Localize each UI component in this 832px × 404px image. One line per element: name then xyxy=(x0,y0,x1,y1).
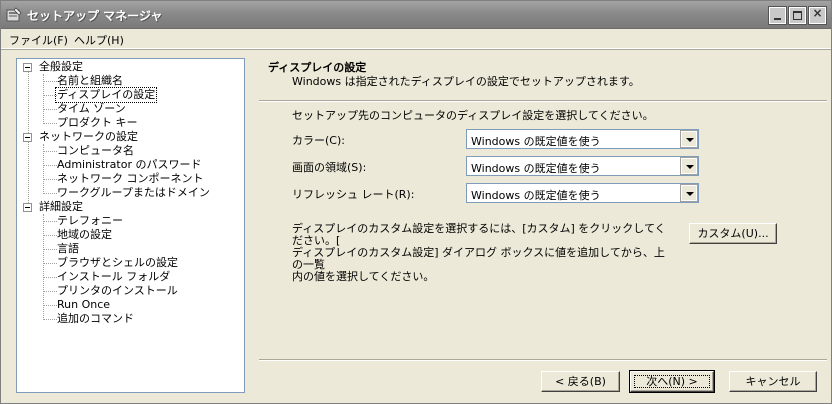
page-description: Windows は指定されたディスプレイの設定でセットアップされます。 xyxy=(292,75,640,88)
custom-button[interactable]: カスタム(U)... xyxy=(689,223,777,244)
refresh-rate-label: リフレッシュ レート(R): xyxy=(292,188,415,201)
close-button[interactable]: × xyxy=(808,6,827,25)
close-icon: × xyxy=(812,6,823,20)
collapse-icon[interactable] xyxy=(23,133,32,142)
next-button[interactable]: 次へ(N) > xyxy=(629,370,715,393)
minimize-icon xyxy=(774,18,781,20)
collapse-icon[interactable] xyxy=(23,203,32,212)
dropdown-arrow-icon[interactable] xyxy=(680,130,698,148)
custom-settings-description: ディスプレイのカスタム設定を選択するには、[カスタム] をクリックしてください。… xyxy=(292,222,666,283)
minimize-button[interactable] xyxy=(768,6,787,25)
color-select[interactable]: Windows の既定値を使う xyxy=(466,129,699,149)
maximize-icon xyxy=(793,11,802,20)
screen-area-label: 画面の領域(S): xyxy=(292,161,367,174)
menu-file[interactable]: ファイル(F) xyxy=(9,32,68,48)
page-header: ディスプレイの設定 Windows は指定されたディスプレイの設定でセットアップ… xyxy=(259,58,827,100)
title-bar[interactable]: セットアップ マネージャ × xyxy=(1,1,831,29)
color-label: カラー(C): xyxy=(292,134,345,147)
setup-manager-icon xyxy=(6,7,22,22)
screen-area-select[interactable]: Windows の既定値を使う xyxy=(466,156,699,176)
menu-bar: ファイル(F) ヘルプ(H) xyxy=(1,29,831,49)
maximize-button[interactable] xyxy=(788,6,807,25)
footer-divider xyxy=(259,359,827,361)
dropdown-arrow-icon[interactable] xyxy=(680,157,698,175)
cancel-button[interactable]: キャンセル xyxy=(729,371,817,392)
menu-help[interactable]: ヘルプ(H) xyxy=(74,32,124,48)
back-button[interactable]: < 戻る(B) xyxy=(541,371,620,392)
refresh-rate-select[interactable]: Windows の既定値を使う xyxy=(466,183,699,203)
window-title: セットアップ マネージャ xyxy=(27,9,163,23)
header-divider xyxy=(259,100,827,102)
instruction-text: セットアップ先のコンピュータのディスプレイ設定を選択してください。 xyxy=(292,109,654,122)
focus-ring xyxy=(634,375,710,388)
collapse-icon[interactable] xyxy=(23,63,32,72)
dropdown-arrow-icon[interactable] xyxy=(680,184,698,202)
settings-tree[interactable]: 全般設定 名前と組織名 ディスプレイの設定 タイム ゾーン プロダクト キー ネ… xyxy=(16,58,245,393)
setup-manager-window: セットアップ マネージャ × ファイル(F) ヘルプ(H) 全般設定 名前と組織… xyxy=(0,0,832,404)
